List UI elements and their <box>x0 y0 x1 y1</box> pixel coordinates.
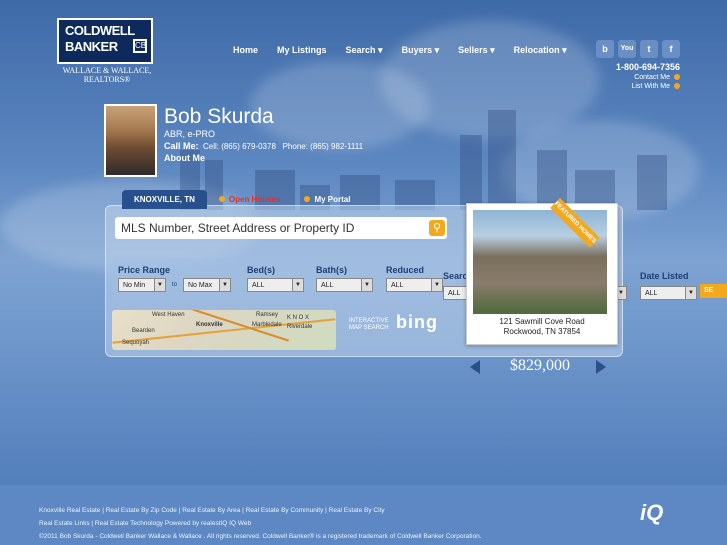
map-place-ramsey: Ramsey <box>256 312 279 318</box>
bing-logo: bing <box>396 312 438 332</box>
beds-label: Bed(s) <box>247 265 276 275</box>
contact-me-label: Contact Me <box>634 74 670 81</box>
agent-cell: Cell: (865) 679-0378 <box>202 142 276 151</box>
map-place-knoxville: Knoxville <box>196 322 223 328</box>
orange-dot-icon <box>218 196 225 202</box>
extra-filter-select[interactable]: ALL <box>443 286 467 300</box>
agent-credentials: ABR, e-PRO <box>164 129 216 139</box>
agent-phone: Phone: (865) 982-1111 <box>282 142 364 151</box>
interactive-map-label[interactable]: INTERACTIVE MAP SEARCH <box>349 318 397 332</box>
blog-icon[interactable]: b <box>596 40 614 58</box>
chevron-down-icon: ▼ <box>431 279 442 291</box>
iq-logo: iQ <box>640 500 664 525</box>
main-nav: Home My Listings Search ▾ Buyers ▾ Selle… <box>233 45 567 56</box>
to-label: to <box>172 282 178 288</box>
map-place-west-haven: West Haven <box>152 312 185 318</box>
orange-dot-icon <box>304 196 311 202</box>
toll-free-phone: 1-800-694-7356 <box>615 62 680 72</box>
price-min-select[interactable]: No Min ▼ <box>118 278 166 292</box>
coldwell-banker-logo[interactable]: COLDWELL BANKER CB <box>57 18 153 64</box>
footer-links-2[interactable]: Real Estate Links | Real Estate Technolo… <box>39 520 251 527</box>
date-listed-label: Date Listed <box>640 271 689 281</box>
reduced-label: Reduced <box>386 265 425 275</box>
chevron-down-icon: ▼ <box>361 279 372 291</box>
price-max-value: No Max <box>188 282 213 289</box>
contact-me-link[interactable]: Contact Me <box>616 74 680 81</box>
logo-line1: COLDWELL <box>65 23 135 38</box>
tab-knoxville[interactable]: KNOXVILLE, TN <box>122 190 207 209</box>
featured-city: Rockwood, TN 37854 <box>503 327 581 336</box>
extra-filter-label: Searc <box>443 271 468 281</box>
price-min-value: No Min <box>123 282 146 289</box>
footer-links-1[interactable]: Knoxville Real Estate | Real Estate By Z… <box>39 507 385 514</box>
reduced-select[interactable]: ALL ▼ <box>386 278 443 292</box>
next-arrow-icon[interactable] <box>596 360 606 374</box>
beds-value: ALL <box>252 282 265 289</box>
twitter-icon[interactable]: t <box>640 40 658 58</box>
nav-buyers[interactable]: Buyers ▾ <box>402 45 440 56</box>
search-icon[interactable]: ⚲ <box>429 220 445 236</box>
price-max-select[interactable]: No Max ▼ <box>183 278 231 292</box>
nav-search[interactable]: Search ▾ <box>346 45 383 56</box>
tab-my-portal[interactable]: My Portal <box>292 190 362 209</box>
about-me-link[interactable]: About Me <box>164 153 205 163</box>
brand-subtitle: WALLACE & WALLACE, REALTORS® <box>62 66 152 84</box>
search-tabs: KNOXVILLE, TN Open Houses My Portal <box>122 190 362 209</box>
chevron-down-icon: ▼ <box>154 279 165 291</box>
tab-open-houses-label: Open Houses <box>228 195 281 204</box>
cb-mark-icon: CB <box>133 39 147 53</box>
baths-select[interactable]: ALL ▼ <box>316 278 373 292</box>
agent-name: Bob Skurda <box>164 105 274 128</box>
featured-home-card[interactable]: 121 Sawmill Cove Road Rockwood, TN 37854 <box>466 203 618 345</box>
tab-open-houses[interactable]: Open Houses <box>207 190 293 209</box>
contact-block: 1-800-694-7356 Contact Me List With Me <box>616 62 680 90</box>
facebook-icon[interactable]: f <box>662 40 680 58</box>
date-listed-value: ALL <box>645 290 658 297</box>
chevron-down-icon: ▼ <box>219 279 230 291</box>
list-with-me-label: List With Me <box>631 83 670 90</box>
social-links: b You t f <box>596 40 680 58</box>
nav-my-listings[interactable]: My Listings <box>277 45 327 56</box>
nav-home[interactable]: Home <box>233 45 258 56</box>
call-me-label: Call Me: <box>164 141 199 151</box>
tab-my-portal-label: My Portal <box>314 195 351 204</box>
map-place-bearden: Bearden <box>132 328 155 334</box>
featured-street: 121 Sawmill Cove Road <box>499 317 585 326</box>
reduced-value: ALL <box>391 282 404 289</box>
prev-arrow-icon[interactable] <box>470 360 480 374</box>
featured-price: $829,000 <box>510 357 570 374</box>
list-with-me-link[interactable]: List With Me <box>616 83 680 90</box>
agent-photo <box>104 104 157 177</box>
nav-sellers[interactable]: Sellers ▾ <box>458 45 495 56</box>
chevron-down-icon: ▼ <box>685 287 696 299</box>
interactive-map-thumbnail[interactable]: West Haven Knoxville Ramsey Marbledale K… <box>112 310 336 350</box>
nav-relocation[interactable]: Relocation ▾ <box>514 45 567 56</box>
search-input[interactable]: MLS Number, Street Address or Property I… <box>115 217 447 239</box>
orange-dot-icon <box>674 83 680 90</box>
orange-dot-icon <box>674 74 680 81</box>
price-range-label: Price Range <box>118 265 171 275</box>
featured-home-address: 121 Sawmill Cove Road Rockwood, TN 37854 <box>467 317 617 337</box>
chevron-down-icon: ▼ <box>292 279 303 291</box>
baths-value: ALL <box>321 282 334 289</box>
logo-line2: BANKER <box>65 39 118 54</box>
map-place-knox: K N O X <box>287 315 310 321</box>
search-submit-button[interactable]: SE <box>700 284 727 298</box>
youtube-icon[interactable]: You <box>618 40 636 58</box>
map-place-sequoyah: Sequoyah <box>122 340 150 346</box>
beds-select[interactable]: ALL ▼ <box>247 278 304 292</box>
baths-label: Bath(s) <box>316 265 347 275</box>
date-listed-select[interactable]: ALL ▼ <box>640 286 697 300</box>
map-place-marbledale: Marbledale <box>252 322 282 328</box>
call-me-line: Call Me: Cell: (865) 679-0378 Phone: (86… <box>164 141 363 151</box>
footer: Knoxville Real Estate | Real Estate By Z… <box>0 485 727 545</box>
map-place-riverdale: Riverdale <box>287 324 313 330</box>
search-submit-label: SE <box>704 287 714 294</box>
footer-copyright: ©2011 Bob Skurda - Coldwell Banker Walla… <box>39 533 482 540</box>
